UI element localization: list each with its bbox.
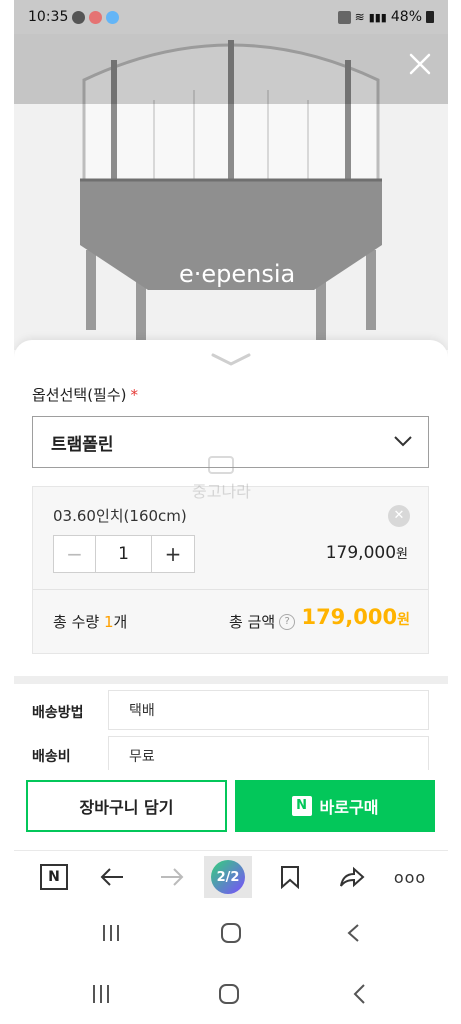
item-price: 179,000원 <box>326 543 408 563</box>
item-price-currency: 원 <box>396 547 408 562</box>
back-icon[interactable] <box>344 979 374 1009</box>
share-icon[interactable] <box>334 859 370 895</box>
brand-logo: e·epensia <box>179 260 295 288</box>
option-title: 옵션선택(필수) * <box>32 384 138 405</box>
total-quantity-unit: 개 <box>113 613 128 631</box>
app-nav-bar <box>14 902 448 962</box>
image-overlay <box>14 34 448 104</box>
option-title-text: 옵션선택(필수) <box>32 386 127 404</box>
wifi-icon: ≋ <box>354 10 365 24</box>
collapse-chevron-icon[interactable] <box>209 352 253 368</box>
recent-apps-icon[interactable] <box>96 918 126 948</box>
browser-toolbar: N 2/2 ooo <box>14 850 448 902</box>
app-icon <box>106 10 120 24</box>
naver-pay-icon: N <box>291 796 312 816</box>
divider <box>33 589 428 590</box>
increase-button[interactable]: + <box>152 536 194 572</box>
bookmark-icon[interactable] <box>272 859 308 895</box>
decrease-button[interactable]: − <box>54 536 96 572</box>
total-amount: 179,000원 <box>301 605 410 629</box>
section-divider <box>14 676 448 684</box>
add-to-cart-button[interactable]: 장바구니 담기 <box>26 780 227 832</box>
shipping-method-label: 배송방법 <box>32 705 84 721</box>
recent-apps-icon[interactable] <box>86 979 116 1009</box>
home-icon[interactable] <box>214 979 244 1009</box>
total-quantity-value: 1 <box>103 613 114 631</box>
watermark-text: 중고나라 <box>192 482 251 501</box>
home-icon[interactable] <box>216 918 246 948</box>
close-icon[interactable] <box>406 50 434 78</box>
item-name: 03.60인치(160cm) <box>53 507 187 525</box>
tabs-button[interactable]: 2/2 <box>204 856 252 898</box>
selected-item-card: 03.60인치(160cm) ✕ − 1 + 179,000원 총 수량 1개 … <box>32 486 429 654</box>
total-amount-label-text: 총 금액 <box>229 613 276 631</box>
naver-home-badge: N <box>40 864 68 890</box>
alarm-icon <box>337 10 351 24</box>
required-mark: * <box>130 386 139 404</box>
forward-arrow-icon[interactable] <box>154 859 190 895</box>
buy-now-button[interactable]: N 바로구매 <box>235 780 435 832</box>
selected-option: 트램폴린 <box>51 434 114 455</box>
signal-icon: ▮▮▮ <box>368 10 387 24</box>
back-icon[interactable] <box>338 918 368 948</box>
message-icon <box>72 10 86 24</box>
naver-home-icon[interactable]: N <box>36 859 72 895</box>
total-quantity: 총 수량 1개 <box>53 611 127 632</box>
total-quantity-label: 총 수량 <box>53 613 100 631</box>
total-amount-value: 179,000 <box>301 605 398 629</box>
battery-level: 48% <box>390 9 422 25</box>
watermark-icon <box>208 456 235 474</box>
purchase-action-bar: 장바구니 담기 N 바로구매 <box>14 770 448 846</box>
watermark: 중고나라 <box>192 456 251 502</box>
buy-now-label: 바로구매 <box>319 798 379 817</box>
status-bar: 10:35 ≋ ▮▮▮ 48% <box>14 0 448 34</box>
battery-icon <box>426 11 434 23</box>
tab-count: 2/2 <box>211 860 245 894</box>
quantity-value[interactable]: 1 <box>96 536 152 572</box>
help-icon[interactable]: ? <box>279 613 296 630</box>
clock: 10:35 <box>28 9 69 25</box>
chevron-down-icon <box>394 436 412 447</box>
item-price-value: 179,000 <box>325 543 397 563</box>
shipping-method-field: 택배 <box>108 690 429 730</box>
total-amount-label: 총 금액 ? <box>229 611 296 632</box>
more-icon[interactable]: ooo <box>392 859 428 895</box>
system-nav-bar <box>0 962 461 1024</box>
back-arrow-icon[interactable] <box>94 859 130 895</box>
notification-icon <box>89 10 103 24</box>
total-amount-currency: 원 <box>397 612 410 628</box>
shipping-fee-label: 배송비 <box>32 749 71 765</box>
remove-item-icon[interactable]: ✕ <box>388 505 410 527</box>
product-photo: e·epensia <box>14 0 448 350</box>
quantity-stepper: − 1 + <box>53 535 195 573</box>
phone-screen: e·epensia 10:35 ≋ ▮▮▮ 48% 옵션선택(필수)* 트램폴 <box>14 0 448 962</box>
